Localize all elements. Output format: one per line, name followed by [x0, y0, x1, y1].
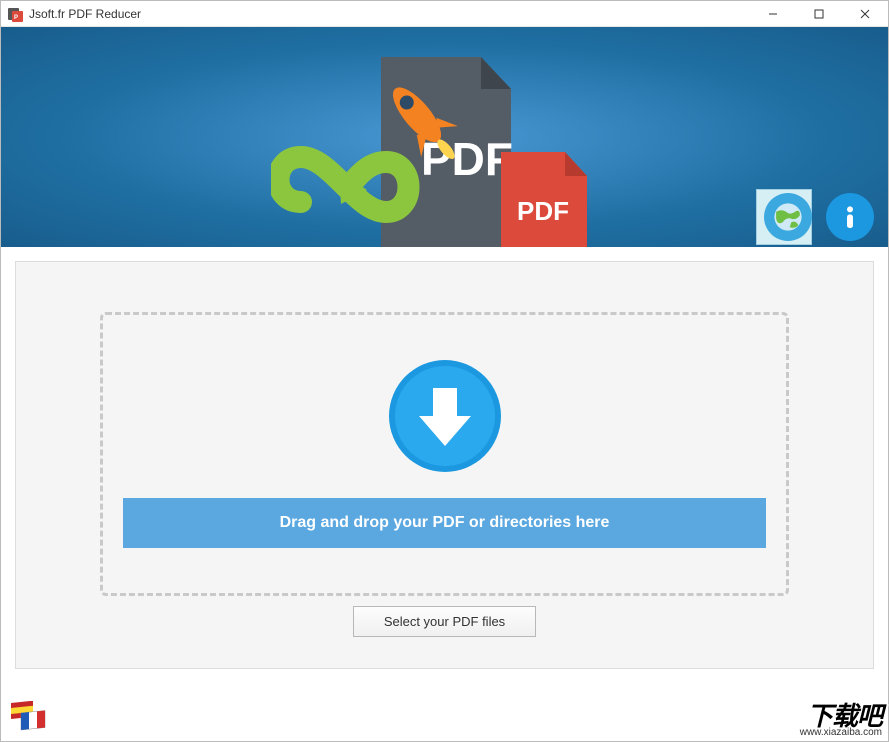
dropzone[interactable]: Drag and drop your PDF or directories he… [100, 312, 789, 596]
titlebar-left: P Jsoft.fr PDF Reducer [7, 6, 141, 22]
select-pdf-button[interactable]: Select your PDF files [353, 606, 536, 637]
banner: PDF PDF [1, 27, 888, 247]
svg-text:P: P [14, 15, 18, 21]
dropzone-instruction: Drag and drop your PDF or directories he… [123, 498, 766, 548]
pdf-front-text: PDF [517, 196, 569, 226]
watermark: 下载吧 www.xiazaiba.com [800, 705, 882, 737]
globe-icon [771, 200, 805, 234]
info-icon [833, 200, 867, 234]
flags-icon [9, 701, 49, 735]
window-title: Jsoft.fr PDF Reducer [29, 7, 141, 21]
banner-icons [764, 193, 874, 241]
language-button[interactable] [9, 701, 49, 735]
website-button[interactable] [764, 193, 812, 241]
watermark-main: 下载吧 [800, 705, 882, 728]
app-icon: P [7, 6, 23, 22]
maximize-button[interactable] [796, 1, 842, 26]
minimize-button[interactable] [750, 1, 796, 26]
download-arrow-icon [389, 360, 501, 472]
main-panel: Drag and drop your PDF or directories he… [15, 261, 874, 669]
select-button-wrap: Select your PDF files [100, 606, 789, 637]
titlebar: P Jsoft.fr PDF Reducer [1, 1, 888, 27]
banner-logo: PDF PDF [271, 47, 601, 247]
window-controls [750, 1, 888, 26]
info-button[interactable] [826, 193, 874, 241]
watermark-sub: www.xiazaiba.com [800, 728, 882, 737]
close-button[interactable] [842, 1, 888, 26]
footer [9, 701, 49, 735]
workarea: Drag and drop your PDF or directories he… [1, 247, 888, 677]
